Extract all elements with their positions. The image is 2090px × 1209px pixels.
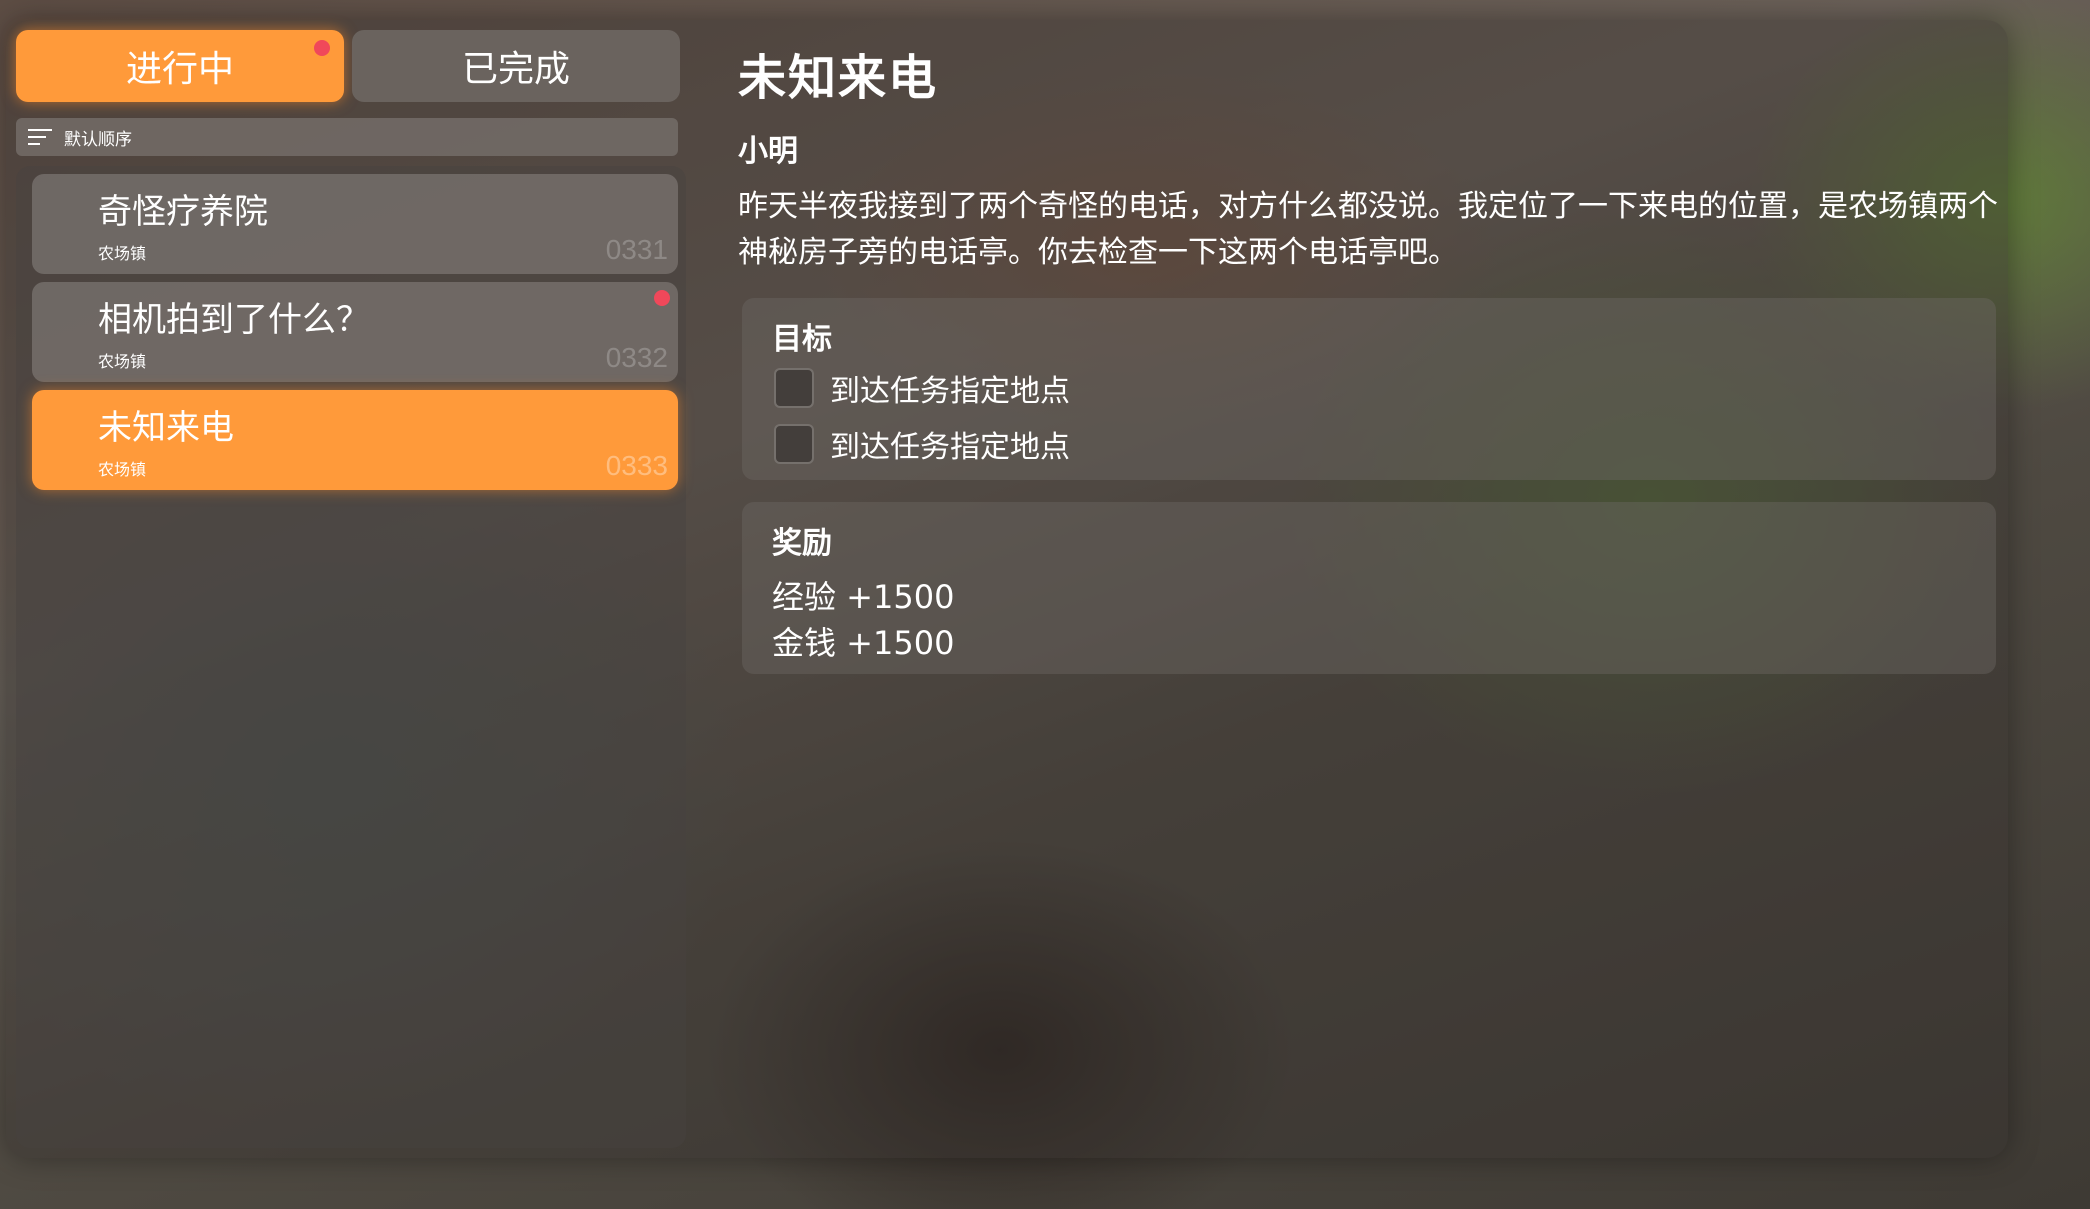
objective-text: 到达任务指定地点 bbox=[830, 430, 1070, 465]
rewards-heading: 奖励 bbox=[772, 526, 832, 561]
tab-in-progress-label: 进行中 bbox=[125, 49, 234, 90]
quest-giver: 小明 bbox=[738, 134, 798, 169]
objective-row: 到达任务指定地点 bbox=[774, 366, 1070, 410]
objectives-section: 目标 到达任务指定地点 到达任务指定地点 bbox=[742, 298, 1996, 480]
sort-icon bbox=[28, 127, 52, 147]
quest-title: 奇怪疗养院 bbox=[98, 192, 268, 232]
reward-experience: 经验 +1500 bbox=[772, 578, 955, 616]
quest-item-0333[interactable]: 未知来电 农场镇 0333 bbox=[32, 390, 678, 490]
objective-row: 到达任务指定地点 bbox=[774, 422, 1070, 466]
objective-checkbox[interactable] bbox=[774, 368, 814, 408]
notification-dot-icon bbox=[314, 40, 330, 56]
objectives-heading: 目标 bbox=[772, 322, 832, 357]
quest-id: 0332 bbox=[605, 342, 668, 373]
quest-id: 0331 bbox=[605, 234, 668, 265]
quest-id: 0333 bbox=[605, 450, 668, 481]
quest-description: 昨天半夜我接到了两个奇怪的电话，对方什么都没说。我定位了一下来电的位置，是农场镇… bbox=[738, 189, 1998, 270]
quest-location: 农场镇 bbox=[98, 352, 147, 371]
quest-detail-title: 未知来电 bbox=[738, 50, 939, 106]
quest-title: 未知来电 bbox=[98, 408, 234, 448]
quest-location: 农场镇 bbox=[98, 244, 147, 263]
rewards-section: 奖励 经验 +1500 金钱 +1500 bbox=[742, 502, 1996, 674]
objective-text: 到达任务指定地点 bbox=[830, 374, 1070, 409]
tab-in-progress[interactable]: 进行中 bbox=[16, 30, 344, 102]
quest-list-panel: 进行中 已完成 默认顺序 奇怪疗养院 农场镇 0331 相机拍到了什么？ 农场镇… bbox=[8, 24, 686, 1148]
sort-label: 默认顺序 bbox=[64, 129, 132, 150]
quest-location: 农场镇 bbox=[98, 460, 147, 479]
reward-money: 金钱 +1500 bbox=[772, 624, 955, 662]
sort-dropdown[interactable]: 默认顺序 bbox=[16, 118, 678, 156]
new-quest-dot-icon bbox=[654, 290, 670, 306]
quest-item-0331[interactable]: 奇怪疗养院 农场镇 0331 bbox=[32, 174, 678, 274]
objective-checkbox[interactable] bbox=[774, 424, 814, 464]
tab-completed[interactable]: 已完成 bbox=[352, 30, 680, 102]
tab-completed-label: 已完成 bbox=[461, 49, 570, 90]
quest-list: 奇怪疗养院 农场镇 0331 相机拍到了什么？ 农场镇 0332 未知来电 农场… bbox=[16, 166, 686, 1148]
quest-item-0332[interactable]: 相机拍到了什么？ 农场镇 0332 bbox=[32, 282, 678, 382]
quest-title: 相机拍到了什么？ bbox=[98, 300, 370, 340]
